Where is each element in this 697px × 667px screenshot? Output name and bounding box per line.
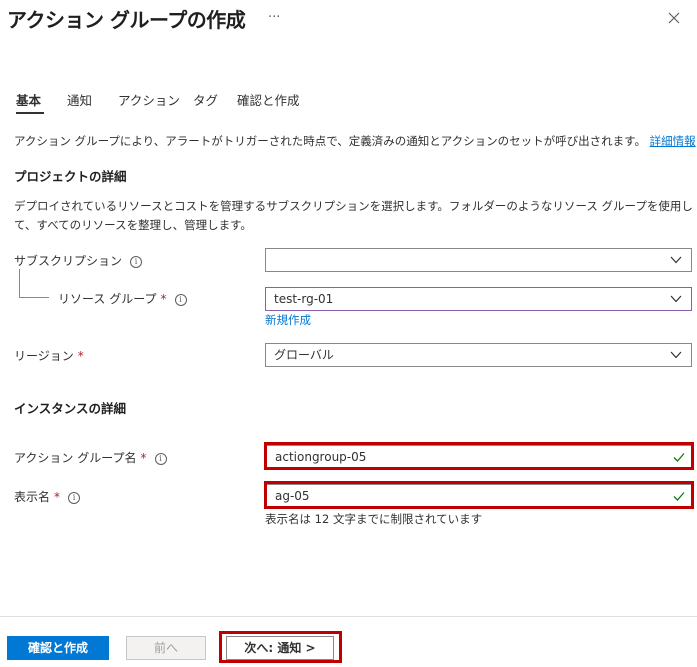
tree-connector-vertical [19, 269, 20, 297]
action-group-name-label-text: アクション グループ名 [14, 451, 137, 465]
instance-details-heading: インスタンスの詳細 [14, 401, 127, 416]
chevron-down-icon [670, 351, 682, 359]
active-tab-indicator [16, 112, 44, 114]
tab-review-create[interactable]: 確認と作成 [237, 90, 300, 109]
footer-divider [0, 616, 697, 617]
tab-actions[interactable]: アクション [118, 90, 180, 109]
tree-connector-horizontal [19, 297, 49, 298]
display-name-label-text: 表示名 [14, 490, 51, 504]
close-icon[interactable] [666, 10, 682, 26]
info-icon[interactable]: i [154, 453, 167, 465]
action-group-name-label: アクション グループ名 * i [14, 449, 167, 466]
info-icon[interactable]: i [130, 256, 143, 268]
intro-text: アクション グループにより、アラートがトリガーされた時点で、定義済みの通知とアク… [14, 133, 696, 149]
highlight-box-display-name [264, 481, 694, 509]
tab-basics[interactable]: 基本 [16, 90, 41, 109]
intro-description: アクション グループにより、アラートがトリガーされた時点で、定義済みの通知とアク… [14, 134, 647, 148]
region-dropdown[interactable]: グローバル [265, 343, 692, 367]
project-details-description: デプロイされているリソースとコストを管理するサブスクリプションを選択します。フォ… [14, 199, 693, 232]
chevron-down-icon [670, 295, 682, 303]
resource-group-label: リソース グループ * i [58, 290, 187, 307]
tab-tags[interactable]: タグ [193, 90, 218, 109]
create-new-resource-group-link[interactable]: 新規作成 [265, 312, 311, 328]
learn-more-link[interactable]: 詳細情報 [650, 134, 696, 148]
info-icon[interactable]: i [68, 492, 81, 504]
highlight-box-next-button [219, 631, 342, 663]
review-create-button[interactable]: 確認と作成 [7, 636, 109, 660]
subscription-dropdown[interactable] [265, 248, 692, 272]
resource-group-dropdown[interactable]: test-rg-01 [265, 287, 692, 311]
display-name-hint: 表示名は 12 文字までに制限されています [265, 512, 483, 526]
subscription-label-text: サブスクリプション [14, 254, 123, 268]
chevron-down-icon [670, 256, 682, 264]
required-asterisk: * [54, 490, 61, 504]
display-name-label: 表示名 * i [14, 488, 81, 505]
resource-group-value: test-rg-01 [274, 292, 334, 306]
required-asterisk: * [77, 349, 84, 363]
resource-group-label-text: リソース グループ [58, 292, 157, 306]
page-title: アクション グループの作成 [7, 8, 246, 32]
info-icon[interactable]: i [174, 294, 187, 306]
project-details-heading: プロジェクトの詳細 [14, 169, 127, 184]
tab-notifications[interactable]: 通知 [67, 90, 92, 109]
required-asterisk: * [140, 451, 147, 465]
more-icon[interactable]: ··· [268, 10, 280, 25]
region-label: リージョン * [14, 347, 84, 364]
region-label-text: リージョン [14, 349, 74, 363]
highlight-box-action-group-name [264, 442, 694, 470]
region-value: グローバル [274, 348, 334, 362]
required-asterisk: * [160, 292, 167, 306]
subscription-label: サブスクリプション i [14, 252, 143, 269]
previous-button[interactable]: 前へ [126, 636, 206, 660]
